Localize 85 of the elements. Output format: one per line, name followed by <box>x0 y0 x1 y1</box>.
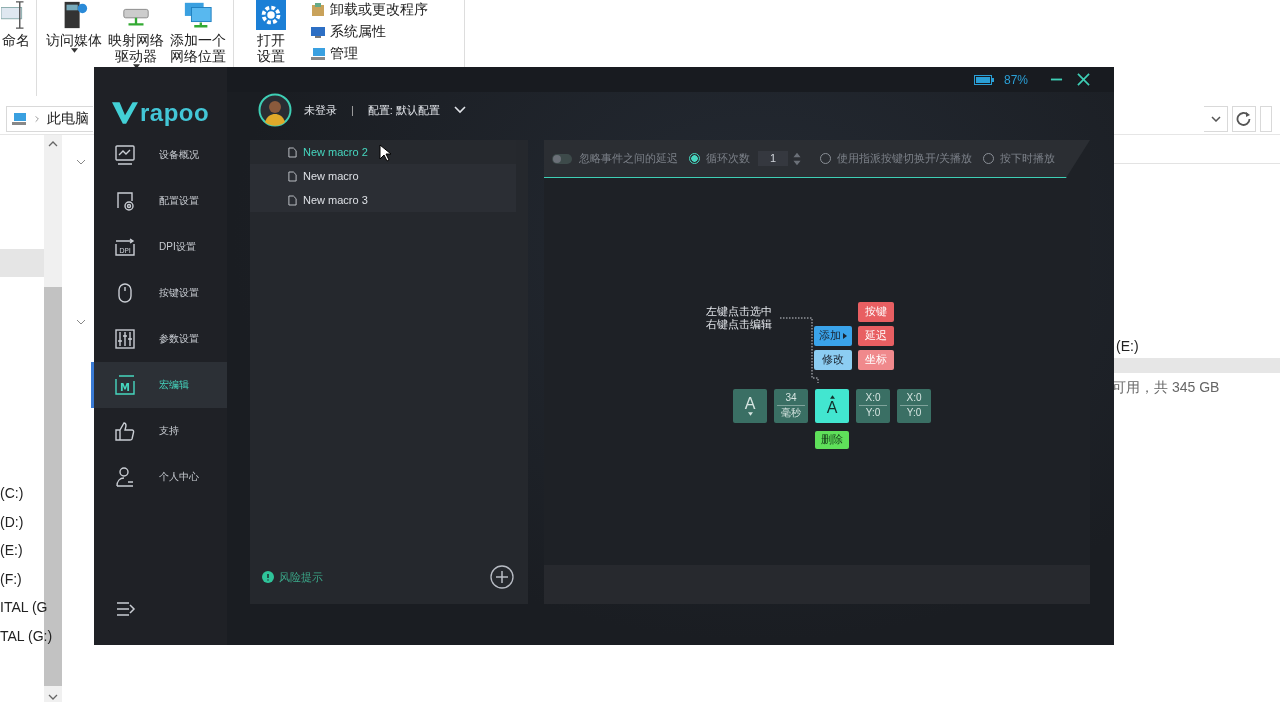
macro-item[interactable]: New macro <box>250 164 516 188</box>
scroll-up-icon[interactable] <box>48 141 58 147</box>
battery-level: 87% <box>1003 72 1028 87</box>
address-bar[interactable]: 此电脑 <box>6 106 93 132</box>
search-field[interactable] <box>1260 106 1272 132</box>
spinner-icon[interactable] <box>792 150 802 167</box>
coordinate-event-tile[interactable]: X:0 Y:0 <box>856 388 890 423</box>
usage-hint: 右键点击编辑 <box>706 317 772 331</box>
key-event-tile[interactable]: A <box>815 388 849 423</box>
drive-item[interactable]: (F:) <box>0 564 53 593</box>
delay-event-tile[interactable]: 34 毫秒 <box>774 388 808 423</box>
sidebar-item[interactable]: 配置设置 <box>91 178 227 224</box>
radio-label[interactable]: 按下时播放 <box>1000 151 1056 166</box>
user-icon <box>114 466 136 488</box>
delete-button[interactable]: 删除 <box>815 430 849 449</box>
ribbon-button[interactable]: 打开 设置 <box>240 0 302 64</box>
menu-icon[interactable] <box>116 601 136 617</box>
refresh-icon <box>1236 111 1252 127</box>
chevron-right-icon <box>35 114 39 124</box>
logo-text: rapoo <box>140 101 210 125</box>
drive-item[interactable]: TAL (G:) <box>0 621 53 650</box>
key-up-icon <box>829 395 835 399</box>
drive-item[interactable]: (C:) <box>0 479 53 508</box>
macro-item[interactable]: New macro 3 <box>250 188 516 212</box>
expand-chevron-icon[interactable] <box>76 319 86 325</box>
sidebar-item[interactable]: 设备概况 <box>91 132 227 178</box>
file-icon <box>288 194 297 206</box>
usage-hint: 左键点击选中 <box>706 304 772 318</box>
coordinate-event-tile[interactable]: X:0 Y:0 <box>897 388 931 423</box>
info-icon <box>262 571 274 583</box>
avatar[interactable] <box>258 93 292 127</box>
thumbs-up-icon <box>114 420 136 442</box>
computer-icon <box>310 24 326 40</box>
risk-notice-link[interactable]: 风险提示 <box>279 569 490 585</box>
file-icon <box>288 170 297 182</box>
toggle-label: 忽略事件之间的延迟 <box>579 151 678 166</box>
drive-item[interactable]: ITAL (G <box>0 593 53 622</box>
chevron-down-icon[interactable] <box>454 106 466 114</box>
edit-button[interactable]: 修改 <box>814 349 852 370</box>
drive-name[interactable]: (E:) <box>1110 338 1280 354</box>
separator: | <box>351 104 354 116</box>
refresh-button[interactable] <box>1232 106 1256 132</box>
drive-item[interactable]: (E:) <box>0 536 53 565</box>
radio-label[interactable]: 使用指派按键切换开/关播放 <box>837 151 973 166</box>
toggle-switch[interactable] <box>552 153 572 164</box>
submenu-arrow-icon <box>843 332 847 339</box>
ribbon-button[interactable]: 访问媒体 <box>43 0 105 53</box>
chevron-down-icon <box>1210 116 1221 122</box>
sidebar-item[interactable]: M 宏编辑 <box>91 362 227 408</box>
key-event-tile[interactable]: A <box>733 388 767 423</box>
ribbon-link[interactable]: 管理 <box>308 44 430 64</box>
logo-mark-icon <box>112 102 138 124</box>
file-icon <box>288 146 297 158</box>
drive-item[interactable]: (D:) <box>0 507 53 536</box>
add-button[interactable]: 添加 <box>814 325 852 346</box>
profile-name[interactable]: 配置: 默认配置 <box>367 102 440 118</box>
program-box-icon <box>310 2 326 18</box>
computer-icon <box>11 111 27 127</box>
settings-file-icon <box>114 190 136 212</box>
ribbon-link[interactable]: 系统属性 <box>308 22 430 42</box>
close-icon[interactable] <box>1077 73 1090 86</box>
monitors-icon <box>183 0 213 30</box>
battery-icon <box>973 74 994 85</box>
sidebar-item[interactable]: 按键设置 <box>91 270 227 316</box>
ribbon-button[interactable]: 命名 <box>0 0 32 48</box>
radio-button[interactable] <box>689 153 700 164</box>
scroll-down-icon[interactable] <box>48 694 58 700</box>
dropdown-caret-icon <box>132 64 140 69</box>
add-icon[interactable] <box>490 565 514 589</box>
sidebar-item[interactable]: 参数设置 <box>91 316 227 362</box>
expand-chevron-icon[interactable] <box>76 159 86 165</box>
login-status[interactable]: 未登录 <box>304 102 337 118</box>
ribbon-link[interactable]: 卸载或更改程序 <box>308 0 430 20</box>
sliders-icon <box>114 328 136 350</box>
ribbon-button[interactable]: 添加一个 网络位置 <box>167 0 229 64</box>
sidebar-item[interactable]: 个人中心 <box>91 454 227 500</box>
ribbon-button[interactable]: 映射网络 驱动器 <box>105 0 167 69</box>
key-down-icon <box>747 412 753 416</box>
dropdown-caret-icon <box>70 48 78 53</box>
monitor-icon <box>114 144 136 166</box>
radio-label[interactable]: 循环次数 <box>706 151 750 166</box>
mouse-cursor-icon <box>379 144 391 162</box>
sidebar-item[interactable]: 支持 <box>91 408 227 454</box>
computer-icon <box>310 46 326 62</box>
loop-count-field[interactable]: 1 <box>758 151 788 166</box>
